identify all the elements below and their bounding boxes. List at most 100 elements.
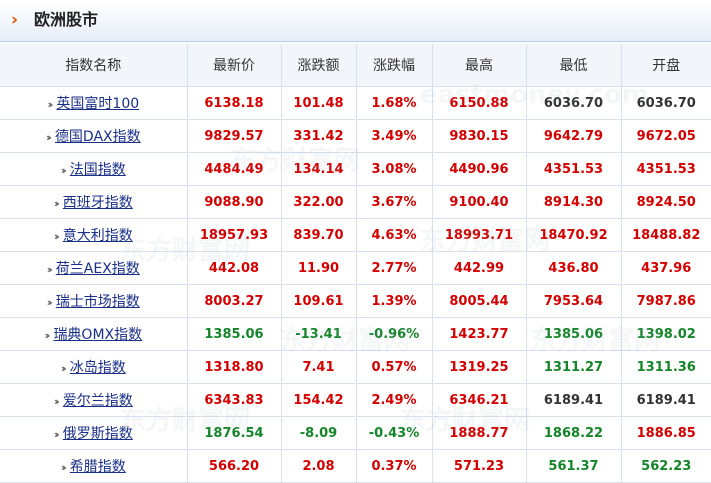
index-name-cell: ›› 希腊指数 — [0, 449, 188, 483]
latest-price-cell: 442.08 — [187, 251, 282, 285]
open-cell: 8924.50 — [621, 185, 711, 219]
col-header-open: 开盘 — [621, 44, 711, 87]
change-amount-cell: 109.61 — [281, 284, 357, 318]
table-row: ›› 法国指数 4484.49 134.14 3.08% 4490.96 4351.53 43… — [0, 152, 711, 186]
change-percent-cell: 1.39% — [356, 284, 433, 318]
open-cell: 1311.36 — [621, 350, 711, 384]
col-header-change-pct: 涨跌幅 — [356, 44, 433, 87]
low-cell: 4351.53 — [526, 152, 622, 186]
change-percent-cell: 3.67% — [356, 185, 433, 219]
double-chevron-right-icon: ›› — [44, 329, 50, 342]
double-chevron-right-icon: ›› — [60, 164, 67, 177]
latest-price-cell: 9088.90 — [187, 185, 282, 219]
index-name-link[interactable]: 德国DAX指数 — [55, 129, 141, 145]
high-cell: 6346.21 — [432, 383, 527, 417]
low-cell: 7953.64 — [526, 284, 622, 318]
high-cell: 8005.44 — [432, 284, 527, 318]
index-name-link[interactable]: 爱尔兰指数 — [63, 393, 133, 409]
change-amount-cell: 134.14 — [281, 152, 357, 186]
table-row: ›› 瑞典OMX指数 1385.06 -13.41 -0.96% 1423.77 1385.… — [0, 317, 711, 351]
open-cell: 7987.86 — [621, 284, 711, 318]
index-name-cell: ›› 荷兰AEX指数 — [0, 251, 188, 285]
low-cell: 436.80 — [526, 251, 622, 285]
double-chevron-right-icon: ›› — [53, 197, 60, 210]
col-header-high: 最高 — [432, 44, 527, 87]
low-cell: 1385.06 — [526, 317, 622, 351]
latest-price-cell: 4484.49 — [187, 152, 282, 186]
index-name-link[interactable]: 英国富时100 — [56, 96, 139, 112]
low-cell: 1311.27 — [526, 350, 622, 384]
table-row: ›› 俄罗斯指数 1876.54 -8.09 -0.43% 1888.77 1868.22 1… — [0, 416, 711, 450]
double-chevron-right-icon: ›› — [47, 98, 53, 111]
index-name-link[interactable]: 瑞典OMX指数 — [53, 327, 142, 343]
change-percent-cell: 3.49% — [356, 119, 433, 153]
col-header-change: 涨跌额 — [281, 44, 357, 87]
index-name-link[interactable]: 意大利指数 — [63, 228, 133, 244]
panel-header: › 欧洲股市 — [0, 0, 711, 42]
low-cell: 9642.79 — [526, 119, 622, 153]
panel-title: 欧洲股市 — [34, 10, 99, 29]
change-percent-cell: -0.43% — [356, 416, 433, 450]
latest-price-cell: 9829.57 — [187, 119, 282, 153]
chevron-right-icon: › — [11, 10, 19, 30]
open-cell: 1398.02 — [621, 317, 711, 351]
table-row: ›› 瑞士市场指数 8003.27 109.61 1.39% 8005.44 7953.64… — [0, 284, 711, 318]
index-name-link[interactable]: 冰岛指数 — [70, 360, 126, 376]
high-cell: 9830.15 — [432, 119, 527, 153]
table-header-row: 指数名称 最新价 涨跌额 涨跌幅 最高 最低 开盘 — [0, 44, 711, 87]
double-chevron-right-icon: ›› — [53, 230, 60, 243]
table-row: ›› 意大利指数 18957.93 839.70 4.63% 18993.71 18470.… — [0, 218, 711, 252]
index-name-cell: ›› 德国DAX指数 — [0, 119, 188, 153]
latest-price-cell: 1876.54 — [187, 416, 282, 450]
index-name-link[interactable]: 俄罗斯指数 — [63, 426, 133, 442]
table-row: ›› 英国富时100 6138.18 101.48 1.68% 6150.88 6036.7… — [0, 86, 711, 120]
change-amount-cell: 322.00 — [281, 185, 357, 219]
col-header-latest: 最新价 — [187, 44, 282, 87]
change-amount-cell: 2.08 — [281, 449, 357, 483]
index-name-link[interactable]: 法国指数 — [70, 162, 126, 178]
low-cell: 8914.30 — [526, 185, 622, 219]
index-name-cell: ›› 冰岛指数 — [0, 350, 188, 384]
low-cell: 6189.41 — [526, 383, 622, 417]
table-row: ›› 荷兰AEX指数 442.08 11.90 2.77% 442.99 436.80 437… — [0, 251, 711, 285]
double-chevron-right-icon: ›› — [53, 395, 60, 408]
change-amount-cell: 331.42 — [281, 119, 357, 153]
low-cell: 561.37 — [526, 449, 622, 483]
high-cell: 4490.96 — [432, 152, 527, 186]
high-cell: 1319.25 — [432, 350, 527, 384]
change-amount-cell: 11.90 — [281, 251, 357, 285]
latest-price-cell: 6138.18 — [187, 86, 282, 120]
table-row: ›› 冰岛指数 1318.80 7.41 0.57% 1319.25 1311.27 1311… — [0, 350, 711, 384]
table-row: ›› 爱尔兰指数 6343.83 154.42 2.49% 6346.21 6189.41 6… — [0, 383, 711, 417]
index-name-link[interactable]: 荷兰AEX指数 — [56, 261, 140, 277]
european-index-table: 指数名称 最新价 涨跌额 涨跌幅 最高 最低 开盘 ›› 英国富时100 6138.… — [0, 44, 711, 483]
index-name-link[interactable]: 西班牙指数 — [63, 195, 133, 211]
index-name-link[interactable]: 希腊指数 — [70, 459, 126, 475]
index-name-link[interactable]: 瑞士市场指数 — [56, 294, 140, 310]
double-chevron-right-icon: ›› — [53, 428, 60, 441]
col-header-low: 最低 — [526, 44, 622, 87]
change-amount-cell: 101.48 — [281, 86, 357, 120]
latest-price-cell: 18957.93 — [187, 218, 282, 252]
open-cell: 18488.82 — [621, 218, 711, 252]
change-percent-cell: 0.57% — [356, 350, 433, 384]
index-name-cell: ›› 英国富时100 — [0, 86, 188, 120]
index-name-cell: ›› 瑞典OMX指数 — [0, 317, 188, 351]
change-percent-cell: -0.96% — [356, 317, 433, 351]
col-header-name: 指数名称 — [0, 44, 188, 87]
change-amount-cell: -13.41 — [281, 317, 357, 351]
high-cell: 6150.88 — [432, 86, 527, 120]
high-cell: 442.99 — [432, 251, 527, 285]
latest-price-cell: 8003.27 — [187, 284, 282, 318]
high-cell: 1423.77 — [432, 317, 527, 351]
latest-price-cell: 566.20 — [187, 449, 282, 483]
open-cell: 6036.70 — [621, 86, 711, 120]
change-amount-cell: 7.41 — [281, 350, 357, 384]
change-percent-cell: 3.08% — [356, 152, 433, 186]
index-name-cell: ›› 爱尔兰指数 — [0, 383, 188, 417]
change-percent-cell: 0.37% — [356, 449, 433, 483]
change-amount-cell: -8.09 — [281, 416, 357, 450]
high-cell: 1888.77 — [432, 416, 527, 450]
latest-price-cell: 1385.06 — [187, 317, 282, 351]
double-chevron-right-icon: ›› — [60, 461, 67, 474]
